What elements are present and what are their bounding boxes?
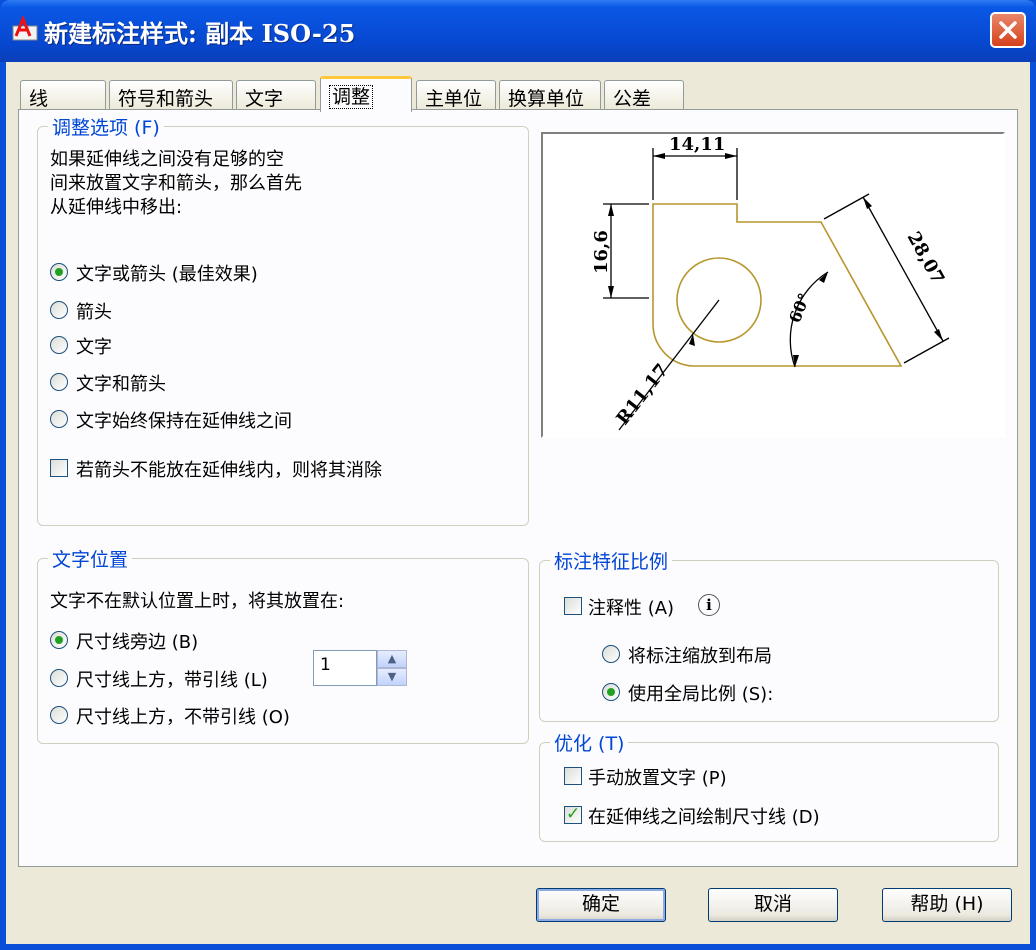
suppress-arrows-label[interactable]: 若箭头不能放在延伸线内，则将其消除 (76, 456, 382, 482)
manual-place-text-label[interactable]: 手动放置文字 (P) (588, 764, 727, 790)
preview-dim-right: 28,07 (903, 228, 949, 287)
radio-arrows[interactable] (50, 301, 68, 319)
preview-radius: R11,17 (612, 360, 672, 429)
manual-place-text-checkbox[interactable] (564, 767, 582, 785)
spin-up-icon: ▲ (387, 652, 397, 665)
help-button[interactable]: 帮助 (H) (882, 888, 1012, 922)
suppress-arrows-checkbox[interactable] (50, 459, 68, 477)
fit-description-line-1: 如果延伸线之间没有足够的空 (50, 149, 284, 170)
tab-panel-fit: 调整选项 (F) 如果延伸线之间没有足够的空 间来放置文字和箭头，那么首先 从延… (18, 109, 1018, 867)
radio-both-text-and-arrows[interactable] (50, 373, 68, 391)
scale-group: 标注特征比例 注释性 (A) i 将标注缩放到布局 使用全局比例 (S): (539, 547, 999, 722)
cancel-button[interactable]: 取消 (708, 888, 838, 922)
text-placement-title: 文字位置 (48, 545, 133, 572)
tab-symbols-arrows[interactable]: 符号和箭头 (109, 80, 233, 110)
title-bar[interactable]: 新建标注样式: 副本 ISO-25 (0, 0, 1036, 62)
spin-up-button[interactable]: ▲ (377, 650, 407, 668)
fit-options-group: 调整选项 (F) 如果延伸线之间没有足够的空 间来放置文字和箭头，那么首先 从延… (37, 113, 529, 526)
global-scale-spinner: 1 ▲ ▼ (313, 650, 409, 686)
fine-tuning-title: 优化 (T) (550, 729, 629, 756)
ok-button[interactable]: 确定 (536, 888, 666, 922)
dialog-client: 线 符号和箭头 文字 调整 主单位 换算单位 公差 调整选项 (F) 如果延伸线… (6, 62, 1030, 944)
radio-scale-to-layout-label[interactable]: 将标注缩放到布局 (628, 642, 772, 668)
radio-both-label[interactable]: 文字和箭头 (76, 370, 166, 396)
radio-scale-to-layout[interactable] (602, 645, 620, 663)
radio-always-keep-text-label[interactable]: 文字始终保持在延伸线之间 (76, 407, 292, 433)
radio-always-keep-text[interactable] (50, 410, 68, 428)
radio-text[interactable] (50, 336, 68, 354)
tab-tolerances[interactable]: 公差 (604, 80, 684, 110)
radio-beside-dim-line[interactable] (50, 631, 68, 649)
radio-text-label[interactable]: 文字 (76, 333, 112, 359)
radio-use-global-scale-label[interactable]: 使用全局比例 (S): (628, 680, 773, 706)
window-title: 新建标注样式: 副本 ISO-25 (44, 19, 356, 48)
dialog-window: 新建标注样式: 副本 ISO-25 线 符号和箭头 文字 调整 主单位 换算单位… (0, 0, 1036, 950)
preview-dim-top: 14,11 (669, 134, 725, 155)
info-icon[interactable]: i (698, 594, 720, 616)
radio-over-without-leader[interactable] (50, 706, 68, 724)
draw-dim-line-checkbox[interactable] (564, 804, 582, 824)
fit-description-line-3: 从延伸线中移出: (50, 197, 183, 218)
fit-description-line-2: 间来放置文字和箭头，那么首先 (50, 173, 302, 194)
annotative-label[interactable]: 注释性 (A) (588, 594, 674, 620)
close-icon (999, 21, 1017, 39)
tab-fit[interactable]: 调整 (320, 76, 412, 112)
radio-arrows-label[interactable]: 箭头 (76, 298, 112, 324)
autocad-app-icon (12, 16, 38, 41)
tab-primary-units[interactable]: 主单位 (416, 80, 496, 110)
radio-text-or-arrows[interactable] (50, 263, 68, 281)
tab-alternate-units[interactable]: 换算单位 (499, 80, 601, 110)
scale-title: 标注特征比例 (550, 547, 673, 574)
global-scale-input[interactable]: 1 (313, 650, 377, 686)
close-button[interactable] (990, 12, 1026, 48)
radio-text-or-arrows-label[interactable]: 文字或箭头 (最佳效果) (76, 260, 258, 286)
fit-options-title: 调整选项 (F) (48, 113, 164, 140)
fine-tuning-group: 优化 (T) 手动放置文字 (P) 在延伸线之间绘制尺寸线 (D) (539, 729, 999, 842)
text-placement-description: 文字不在默认位置上时，将其放置在: (50, 591, 345, 612)
preview-drawing: 14,11 16,6 28,07 60° R11,17 (591, 134, 950, 431)
annotative-checkbox[interactable] (564, 597, 582, 615)
radio-over-with-leader[interactable] (50, 669, 68, 687)
preview-angle: 60° (785, 290, 814, 325)
radio-beside-dim-line-label[interactable]: 尺寸线旁边 (B) (76, 628, 198, 654)
preview-dim-left: 16,6 (591, 230, 612, 274)
dimension-preview: 14,11 16,6 28,07 60° R11,17 (541, 132, 1005, 438)
tab-text[interactable]: 文字 (236, 80, 316, 110)
radio-over-without-leader-label[interactable]: 尺寸线上方，不带引线 (O) (76, 703, 290, 729)
spin-down-icon: ▼ (387, 670, 397, 683)
text-placement-group: 文字位置 文字不在默认位置上时，将其放置在: 尺寸线旁边 (B) 尺寸线上方，带… (37, 545, 529, 744)
spin-down-button[interactable]: ▼ (377, 668, 407, 686)
radio-over-with-leader-label[interactable]: 尺寸线上方，带引线 (L) (76, 666, 268, 692)
radio-use-global-scale[interactable] (602, 683, 620, 701)
draw-dim-line-label[interactable]: 在延伸线之间绘制尺寸线 (D) (588, 803, 820, 829)
tab-lines[interactable]: 线 (20, 80, 106, 110)
